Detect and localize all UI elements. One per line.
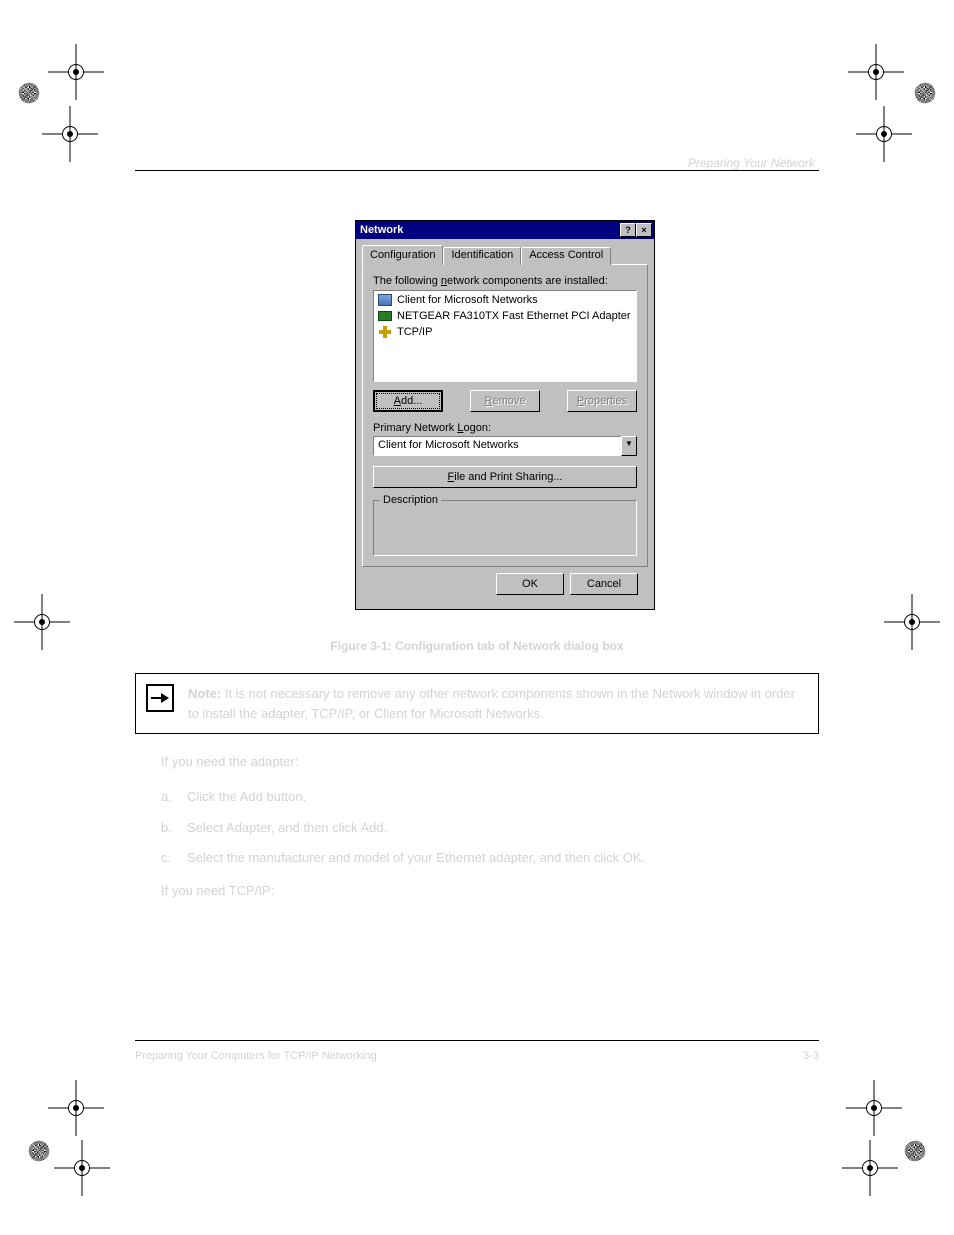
instructions: If you need the adapter: a. Click the Ad… xyxy=(135,752,819,902)
note-box: Note: It is not necessary to remove any … xyxy=(135,673,819,734)
client-icon xyxy=(377,293,393,307)
file-print-sharing-button[interactable]: File and Print Sharing... xyxy=(373,466,637,488)
help-button[interactable]: ? xyxy=(620,223,636,237)
tab-identification[interactable]: Identification xyxy=(443,247,521,265)
crop-mark xyxy=(848,44,904,100)
footer-rule xyxy=(135,1040,819,1041)
step-number: b. xyxy=(161,818,187,839)
crop-mark xyxy=(842,1140,898,1196)
crop-mark xyxy=(884,594,940,650)
tab-configuration[interactable]: Configuration xyxy=(362,245,443,265)
instruction-outro: If you need TCP/IP: xyxy=(135,881,819,902)
crop-mark xyxy=(48,44,104,100)
list-item[interactable]: NETGEAR FA310TX Fast Ethernet PCI Adapte… xyxy=(375,308,635,324)
list-item-label: Client for Microsoft Networks xyxy=(397,294,538,306)
instruction-step: a. Click the Add button. xyxy=(161,787,819,808)
footer-left: Preparing Your Computers for TCP/IP Netw… xyxy=(135,1050,377,1062)
crop-mark xyxy=(48,1080,104,1136)
note-icon-cell xyxy=(136,674,184,733)
primary-logon-label: Primary Network Logon: xyxy=(373,422,637,434)
ok-button[interactable]: OK xyxy=(496,573,564,595)
remove-button[interactable]: Remove xyxy=(470,390,540,412)
add-button[interactable]: Add... xyxy=(373,390,443,412)
list-item-label: TCP/IP xyxy=(397,326,432,338)
primary-logon-value: Client for Microsoft Networks xyxy=(373,436,621,456)
note-text: Note: It is not necessary to remove any … xyxy=(184,674,818,733)
dropdown-button[interactable]: ▼ xyxy=(621,436,637,456)
close-button[interactable]: × xyxy=(636,223,652,237)
header-rule xyxy=(135,170,819,171)
step-text: Select Adapter, and then click Add. xyxy=(187,818,387,839)
crop-mark xyxy=(42,106,98,162)
instruction-step: c. Select the manufacturer and model of … xyxy=(161,848,819,869)
step-number: a. xyxy=(161,787,187,808)
step-text: Click the Add button. xyxy=(187,787,306,808)
crop-mark xyxy=(900,1136,930,1166)
figure-caption: Figure 3-1: Configuration tab of Network… xyxy=(135,639,819,653)
description-groupbox: Description xyxy=(373,500,637,556)
tabs: Configuration Identification Access Cont… xyxy=(362,245,648,265)
dialog-title: Network xyxy=(360,224,620,236)
step-text: Select the manufacturer and model of you… xyxy=(187,848,645,869)
description-label: Description xyxy=(380,494,441,506)
crop-mark xyxy=(24,1136,54,1166)
crop-mark xyxy=(54,1140,110,1196)
crop-mark xyxy=(14,78,44,108)
primary-logon-combo[interactable]: Client for Microsoft Networks ▼ xyxy=(373,436,637,456)
instruction-intro: If you need the adapter: xyxy=(135,752,819,773)
components-label: The following network components are ins… xyxy=(373,275,637,287)
adapter-icon xyxy=(377,309,393,323)
step-number: c. xyxy=(161,848,187,869)
crop-mark xyxy=(846,1080,902,1136)
crop-mark xyxy=(856,106,912,162)
titlebar[interactable]: Network ? × xyxy=(356,221,654,239)
dialog-body: Configuration Identification Access Cont… xyxy=(356,239,654,609)
tab-panel: The following network components are ins… xyxy=(362,264,648,567)
list-item[interactable]: TCP/IP xyxy=(375,324,635,340)
arrow-icon xyxy=(146,684,174,712)
network-dialog: Network ? × Configuration Identification… xyxy=(355,220,655,610)
protocol-icon xyxy=(377,325,393,339)
dialog-footer: OK Cancel xyxy=(362,567,648,601)
header-right: Preparing Your Network xyxy=(135,156,819,170)
list-item[interactable]: Client for Microsoft Networks xyxy=(375,292,635,308)
footer-right: 3-3 xyxy=(803,1050,819,1062)
list-item-label: NETGEAR FA310TX Fast Ethernet PCI Adapte… xyxy=(397,310,631,322)
tab-access-control[interactable]: Access Control xyxy=(521,247,611,265)
crop-mark xyxy=(14,594,70,650)
components-listbox[interactable]: Client for Microsoft Networks NETGEAR FA… xyxy=(373,290,637,382)
instruction-step: b. Select Adapter, and then click Add. xyxy=(161,818,819,839)
page-content: Preparing Your Network Network ? × Confi… xyxy=(135,160,819,902)
crop-mark xyxy=(910,78,940,108)
footer: Preparing Your Computers for TCP/IP Netw… xyxy=(135,1050,819,1062)
cancel-button[interactable]: Cancel xyxy=(570,573,638,595)
properties-button[interactable]: Properties xyxy=(567,390,637,412)
